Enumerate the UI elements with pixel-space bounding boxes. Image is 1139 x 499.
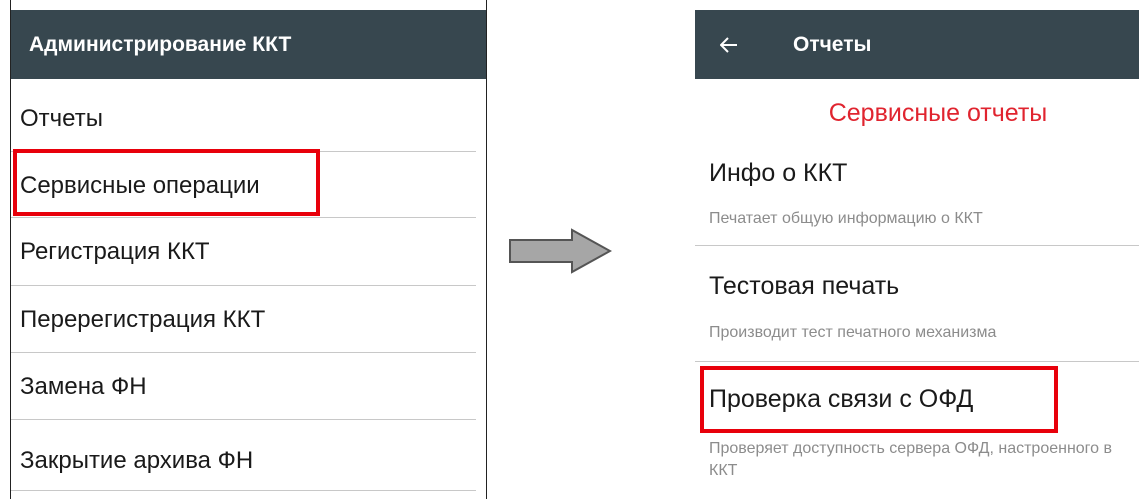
right-screen: Отчеты Сервисные отчеты Инфо о ККТ Печат…	[695, 0, 1139, 499]
right-arrow-icon	[509, 228, 612, 274]
divider	[11, 419, 476, 420]
menu-item-registration[interactable]: Регистрация ККТ	[11, 218, 486, 285]
menu-item-fn-replacement[interactable]: Замена ФН	[11, 353, 486, 420]
left-screen: Администрирование ККТ Отчеты Сервисные о…	[10, 0, 487, 499]
divider	[11, 490, 476, 491]
app-bar-title: Администрирование ККТ	[29, 33, 292, 56]
app-bar: Администрирование ККТ	[11, 10, 486, 79]
menu-item-label: Перерегистрация ККТ	[20, 306, 266, 333]
highlight-box	[700, 366, 1058, 433]
section-header: Сервисные отчеты	[828, 99, 1048, 127]
menu-item-fn-archive-close[interactable]: Закрытие архива ФН	[11, 427, 486, 494]
report-subtitle: Производит тест печатного механизма	[709, 324, 997, 341]
report-title: Инфо о ККТ	[709, 159, 848, 187]
app-bar-title: Отчеты	[793, 33, 872, 56]
report-subtitle: Проверяет доступность сервера ОФД, настр…	[709, 440, 1113, 479]
report-title: Тестовая печать	[709, 272, 900, 300]
menu-item-label: Закрытие архива ФН	[20, 447, 254, 474]
menu-item-reregistration[interactable]: Перерегистрация ККТ	[11, 286, 486, 353]
menu-item-label: Регистрация ККТ	[20, 238, 210, 265]
menu-item-reports[interactable]: Отчеты	[11, 85, 486, 152]
app-bar: Отчеты	[695, 10, 1139, 79]
menu-item-label: Отчеты	[20, 105, 103, 132]
highlight-box	[13, 149, 320, 216]
divider	[695, 245, 1139, 246]
arrow-back-icon[interactable]	[709, 10, 749, 79]
menu-item-label: Замена ФН	[20, 373, 147, 400]
divider	[695, 361, 1139, 362]
report-subtitle: Печатает общую информацию о ККТ	[709, 210, 983, 227]
